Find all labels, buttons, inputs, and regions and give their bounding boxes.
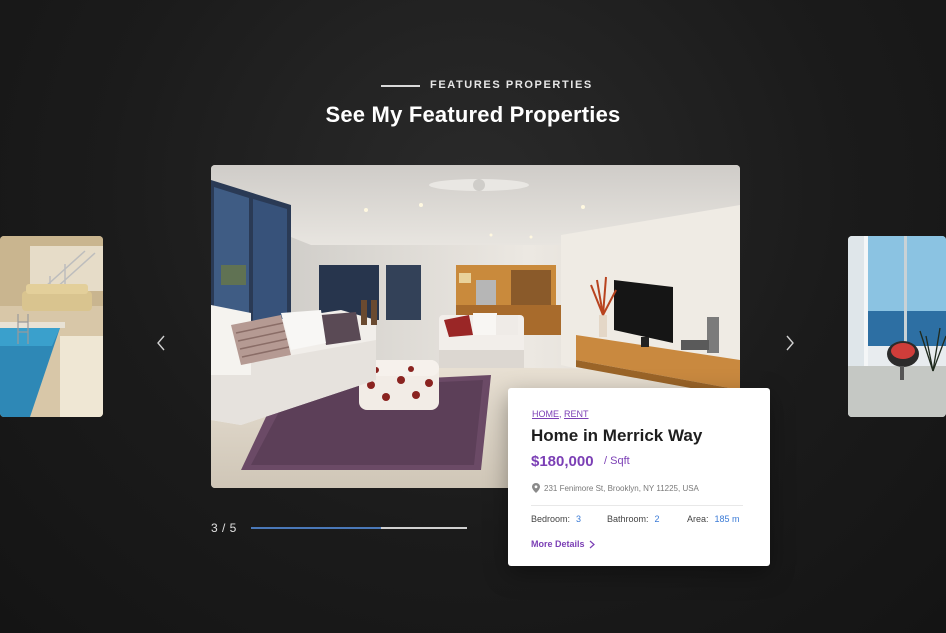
kicker-divider — [381, 85, 420, 87]
address-text: 231 Fenimore St, Brooklyn, NY 11225, USA — [544, 483, 699, 493]
more-details-link[interactable]: More Details — [531, 539, 595, 549]
bedroom-info: Bedroom: 3 — [531, 514, 581, 524]
tag-separator: , — [559, 409, 562, 419]
area-value: 185 m — [714, 514, 740, 524]
bathroom-info: Bathroom: 2 — [607, 514, 660, 524]
price-unit: / Sqft — [604, 455, 630, 467]
chevron-right-icon — [786, 335, 794, 351]
area-label: Area: — [687, 514, 709, 524]
section-kicker: FEATURES PROPERTIES — [0, 79, 946, 93]
bathroom-value: 2 — [654, 514, 660, 524]
property-card: HOME, RENT Home in Merrick Way $180,000 … — [508, 388, 770, 566]
slider-next-button[interactable] — [781, 333, 799, 353]
slider-prev-button[interactable] — [152, 333, 170, 353]
property-title: Home in Merrick Way — [531, 426, 703, 445]
bathroom-label: Bathroom: — [607, 514, 649, 524]
tag-home-link[interactable]: HOME — [532, 409, 559, 419]
slider-progress-fill — [251, 527, 381, 529]
property-tags: HOME, RENT — [532, 409, 589, 419]
chevron-left-icon — [157, 335, 165, 351]
slide-prev-image[interactable] — [0, 236, 103, 417]
property-address: 231 Fenimore St, Brooklyn, NY 11225, USA — [532, 483, 699, 493]
slider-progress — [251, 527, 467, 529]
bedroom-label: Bedroom: — [531, 514, 571, 524]
area-info: Area: 185 m — [687, 514, 740, 524]
property-price: $180,000 — [531, 453, 594, 470]
bedroom-value: 3 — [576, 514, 582, 524]
slide-counter: 3 / 5 — [211, 521, 237, 535]
tag-rent-link[interactable]: RENT — [564, 409, 589, 419]
more-details-label: More Details — [531, 539, 585, 549]
kicker-text: FEATURES PROPERTIES — [430, 79, 593, 91]
chevron-right-icon — [589, 540, 595, 548]
card-divider — [531, 505, 743, 506]
slide-next-image[interactable] — [848, 236, 946, 417]
section-title: See My Featured Properties — [325, 102, 621, 127]
location-pin-icon — [532, 483, 540, 493]
